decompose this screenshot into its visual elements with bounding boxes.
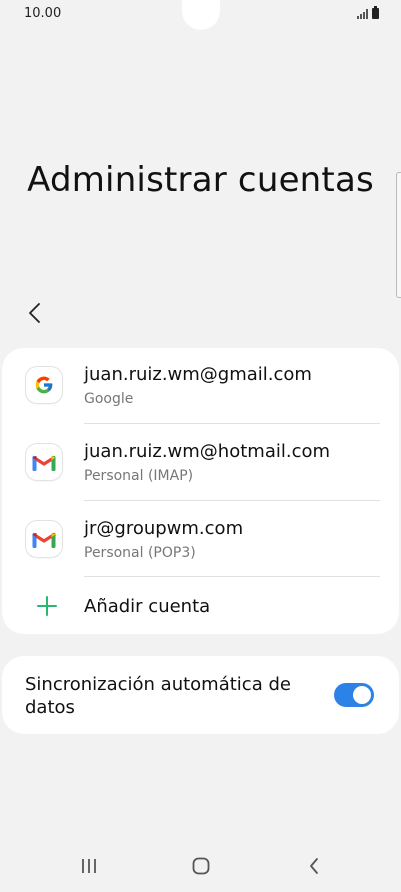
status-time: 10.00: [24, 6, 62, 21]
add-account-label: Añadir cuenta: [84, 596, 211, 617]
sync-card[interactable]: Sincronización automática de datos: [2, 656, 399, 734]
account-type: Personal (IMAP): [84, 468, 194, 484]
divider: [84, 500, 380, 501]
camera-notch: [182, 0, 220, 30]
account-row-groupwm[interactable]: jr@groupwm.com Personal (POP3): [2, 502, 399, 579]
gmail-icon: [26, 521, 62, 557]
divider: [84, 576, 380, 577]
status-icons: [357, 6, 379, 19]
plus-icon: [37, 596, 57, 616]
back-icon: [310, 858, 318, 874]
scroll-indicator[interactable]: [396, 172, 401, 298]
gmail-icon: [26, 444, 62, 480]
account-email: juan.ruiz.wm@hotmail.com: [84, 441, 331, 462]
page-title: Administrar cuentas: [27, 160, 374, 200]
account-row-gmail[interactable]: juan.ruiz.wm@gmail.com Google: [2, 348, 399, 425]
chevron-left-icon: [29, 303, 40, 323]
account-email: juan.ruiz.wm@gmail.com: [84, 364, 312, 385]
recent-apps-button[interactable]: [69, 850, 109, 882]
google-icon: [26, 367, 62, 403]
accounts-card: juan.ruiz.wm@gmail.com Google juan.ruiz.…: [2, 348, 399, 634]
add-account-button[interactable]: Añadir cuenta: [2, 579, 399, 634]
account-type: Google: [84, 391, 134, 407]
nav-back-button[interactable]: [294, 850, 334, 882]
account-email: jr@groupwm.com: [84, 518, 244, 539]
navigation-bar: [0, 842, 401, 892]
status-bar: 10.00: [0, 0, 401, 30]
home-button[interactable]: [181, 850, 221, 882]
account-row-hotmail[interactable]: juan.ruiz.wm@hotmail.com Personal (IMAP): [2, 425, 399, 502]
battery-icon: [372, 6, 379, 19]
sync-label: Sincronización automática de datos: [25, 674, 291, 718]
back-button[interactable]: [18, 298, 50, 328]
recent-apps-icon: [82, 859, 96, 873]
signal-icon: [357, 9, 368, 19]
toggle-knob: [353, 686, 371, 704]
account-type: Personal (POP3): [84, 545, 196, 561]
divider: [84, 423, 380, 424]
sync-toggle[interactable]: [334, 683, 374, 707]
home-icon: [192, 857, 210, 875]
